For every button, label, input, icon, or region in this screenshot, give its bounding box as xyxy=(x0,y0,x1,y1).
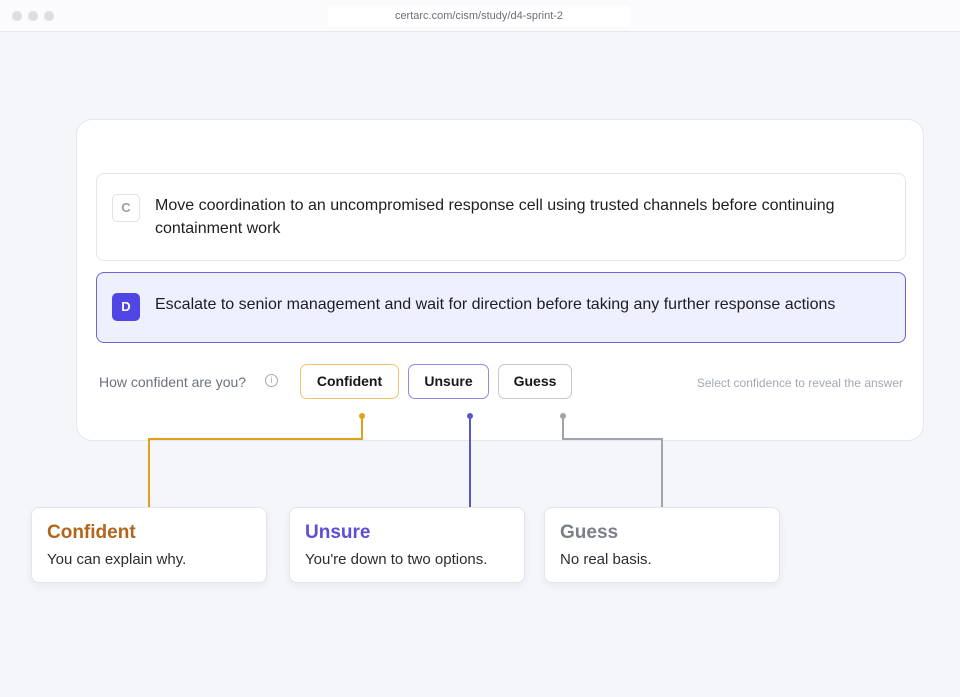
tooltip-unsure: Unsure You're down to two options. xyxy=(289,507,525,583)
tooltip-guess: Guess No real basis. xyxy=(544,507,780,583)
connector-unsure xyxy=(467,413,473,507)
tooltip-confident-desc: You can explain why. xyxy=(47,551,187,568)
connector-confident xyxy=(148,413,365,507)
tooltip-unsure-desc: You're down to two options. xyxy=(305,551,488,568)
tooltip-guess-title: Guess xyxy=(560,522,619,543)
connector-guess xyxy=(560,413,663,507)
tooltip-guess-desc: No real basis. xyxy=(560,551,652,568)
tooltip-confident: Confident You can explain why. xyxy=(31,507,267,583)
tooltip-unsure-title: Unsure xyxy=(305,522,371,543)
tooltip-confident-title: Confident xyxy=(47,522,136,543)
callout-connectors xyxy=(148,413,663,507)
